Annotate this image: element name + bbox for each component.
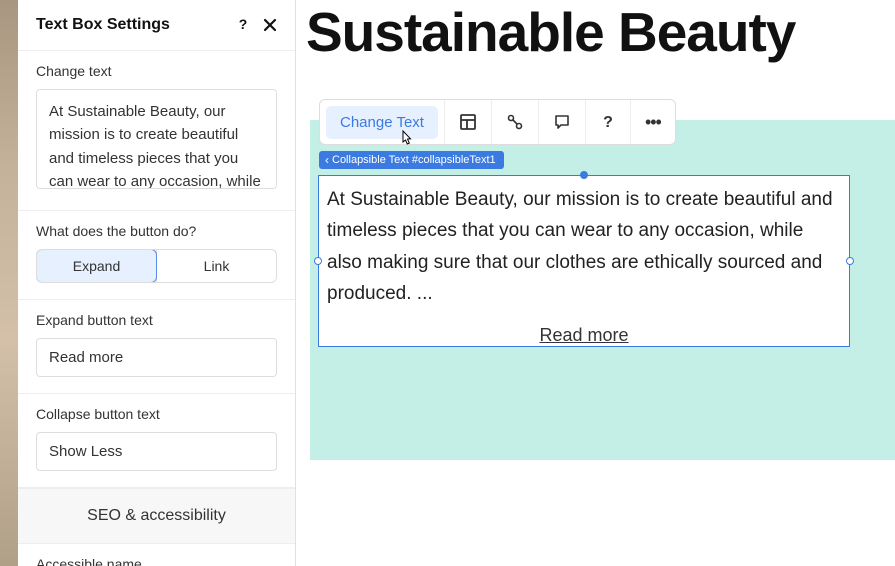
change-text-input[interactable] [36, 89, 277, 189]
expand-button-text-input[interactable] [36, 338, 277, 377]
panel-body: Change text What does the button do? Exp… [18, 51, 295, 566]
read-more-link[interactable]: Read more [539, 325, 628, 345]
element-toolbar: Change Text ? ••• [319, 99, 676, 145]
comment-icon [553, 113, 571, 131]
panel-header-actions: ? [235, 17, 277, 33]
change-text-label: Change text [36, 63, 277, 79]
collapse-button-text-section: Collapse button text [18, 394, 295, 488]
toolbar-help[interactable]: ? [585, 100, 630, 144]
svg-text:?: ? [603, 114, 613, 131]
read-more-wrapper: Read more [327, 325, 841, 346]
link-option[interactable]: Link [156, 250, 276, 282]
expand-option[interactable]: Expand [36, 249, 157, 283]
selection-breadcrumb[interactable]: Collapsible Text #collapsibleText1 [319, 151, 504, 169]
collapsible-text-content[interactable]: At Sustainable Beauty, our mission is to… [327, 184, 841, 309]
page-heading[interactable]: Sustainable Beauty [296, 0, 895, 64]
resize-handle-right[interactable] [846, 257, 854, 265]
panel-title: Text Box Settings [36, 16, 170, 34]
toolbar-animation[interactable] [491, 100, 538, 144]
resize-handle-left[interactable] [314, 257, 322, 265]
svg-text:?: ? [239, 17, 248, 32]
editor-canvas: Sustainable Beauty Change Text ? •• [296, 0, 895, 566]
toolbar-more[interactable]: ••• [630, 100, 675, 144]
background-image-strip [0, 0, 18, 566]
button-action-label: What does the button do? [36, 223, 277, 239]
button-action-toggle: Expand Link [36, 249, 277, 283]
toolbar-comment[interactable] [538, 100, 585, 144]
collapse-button-text-input[interactable] [36, 432, 277, 471]
help-icon: ? [600, 113, 616, 131]
more-icon: ••• [645, 112, 661, 133]
toolbar-layout[interactable] [444, 100, 491, 144]
accessible-name-section: Accessible name [18, 544, 295, 566]
text-box-settings-panel: Text Box Settings ? Change text What doe… [18, 0, 296, 566]
layout-icon [459, 113, 477, 131]
expand-button-text-label: Expand button text [36, 312, 277, 328]
collapse-button-text-label: Collapse button text [36, 406, 277, 422]
change-text-section: Change text [18, 51, 295, 211]
change-text-button[interactable]: Change Text [326, 106, 438, 139]
accessible-name-label: Accessible name [36, 556, 277, 566]
panel-header: Text Box Settings ? [18, 0, 295, 51]
collapsible-text-element[interactable]: At Sustainable Beauty, our mission is to… [318, 175, 850, 347]
resize-handle-top[interactable] [580, 171, 588, 179]
help-icon[interactable]: ? [235, 17, 251, 33]
expand-button-text-section: Expand button text [18, 300, 295, 394]
selection-breadcrumb-label: Collapsible Text #collapsibleText1 [332, 154, 496, 166]
close-icon[interactable] [263, 18, 277, 32]
animation-icon [506, 113, 524, 131]
button-action-section: What does the button do? Expand Link [18, 211, 295, 300]
seo-accessibility-header[interactable]: SEO & accessibility [18, 488, 295, 544]
toolbar-change-text[interactable]: Change Text [320, 100, 444, 144]
